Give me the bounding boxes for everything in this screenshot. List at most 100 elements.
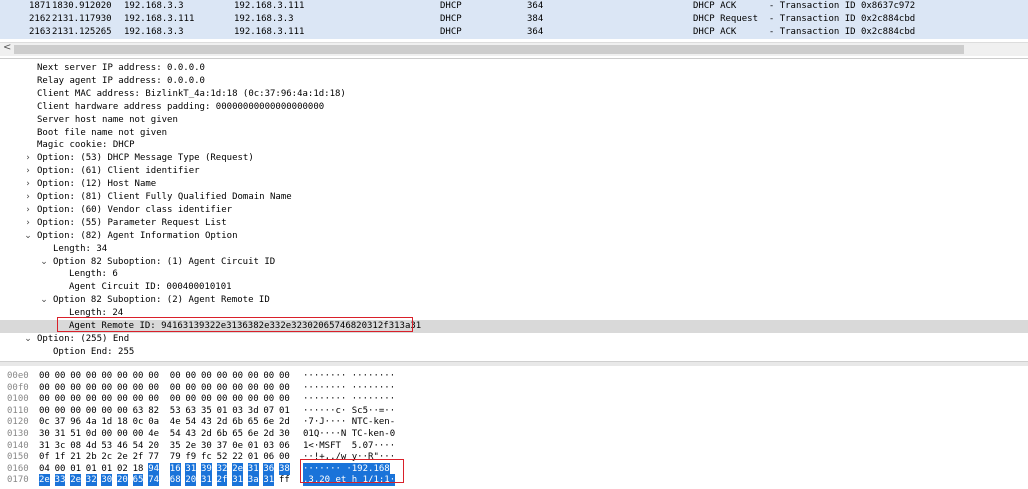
hex-byte[interactable]: 96 <box>70 416 81 428</box>
detail-tree-row[interactable]: › Option: (12) Host Name <box>0 178 1028 191</box>
scroll-left-arrow-icon[interactable]: < <box>3 42 11 53</box>
hex-byte[interactable]: 54 <box>170 428 181 440</box>
hex-byte[interactable]: 00 <box>101 382 112 394</box>
hex-byte[interactable]: 54 <box>133 440 144 452</box>
detail-tree-row[interactable]: Boot file name not given <box>0 127 1028 140</box>
hex-ascii[interactable]: ········ ········ <box>303 370 395 382</box>
hex-byte[interactable]: 00 <box>279 370 290 382</box>
hex-byte[interactable]: 31 <box>39 440 50 452</box>
hex-byte[interactable]: 32 <box>216 462 228 475</box>
hex-byte[interactable]: 01 <box>217 405 228 417</box>
hex-byte[interactable]: 00 <box>117 370 128 382</box>
hex-byte[interactable]: 30 <box>279 428 290 440</box>
hex-byte[interactable]: 20 <box>185 474 197 487</box>
collapse-chevron-icon[interactable]: ⌄ <box>23 333 33 346</box>
hex-byte[interactable]: 6e <box>263 416 274 428</box>
hex-byte[interactable]: 37 <box>55 416 66 428</box>
detail-tree-row[interactable]: Relay agent IP address: 0.0.0.0 <box>0 75 1028 88</box>
hex-byte[interactable]: 00 <box>117 428 128 440</box>
hex-byte[interactable]: 2c <box>101 451 112 463</box>
hex-byte[interactable]: 4e <box>148 428 159 440</box>
hex-byte[interactable]: 94 <box>148 462 160 475</box>
hex-byte[interactable]: 53 <box>101 440 112 452</box>
hex-byte[interactable]: 2d <box>279 416 290 428</box>
hex-byte[interactable]: 63 <box>133 405 144 417</box>
hex-byte[interactable]: 00 <box>201 393 212 405</box>
detail-tree-row[interactable]: Length: 34 <box>0 243 1028 256</box>
hex-byte[interactable]: 3a <box>247 474 259 487</box>
hex-byte[interactable]: 00 <box>263 393 274 405</box>
hex-byte[interactable]: 06 <box>263 451 274 463</box>
hex-byte[interactable]: 00 <box>185 393 196 405</box>
hex-byte[interactable]: 1f <box>55 451 66 463</box>
hex-byte[interactable]: 22 <box>232 451 243 463</box>
hex-byte[interactable]: 00 <box>70 405 81 417</box>
expand-chevron-icon[interactable]: › <box>23 191 33 204</box>
hex-byte[interactable]: 74 <box>148 474 160 487</box>
hex-byte[interactable]: 00 <box>133 428 144 440</box>
hex-byte[interactable]: 00 <box>263 382 274 394</box>
packet-row[interactable]: 1871 1830.912020 192.168.3.3 192.168.3.1… <box>0 0 1028 13</box>
hex-ascii[interactable]: ······c· Sc5··=·· <box>303 405 395 417</box>
hex-byte[interactable]: 00 <box>232 382 243 394</box>
hex-byte[interactable]: 36 <box>263 462 275 475</box>
hex-byte[interactable]: 65 <box>232 428 243 440</box>
hex-byte[interactable]: 00 <box>148 393 159 405</box>
hex-byte[interactable]: 01 <box>101 463 112 475</box>
hex-byte[interactable]: 00 <box>70 370 81 382</box>
hex-byte[interactable]: 21 <box>70 451 81 463</box>
hex-byte[interactable]: 46 <box>117 440 128 452</box>
hex-byte[interactable]: 00 <box>170 393 181 405</box>
expand-chevron-icon[interactable]: › <box>23 217 33 230</box>
hex-byte[interactable]: 63 <box>185 405 196 417</box>
hex-byte[interactable]: 00 <box>133 370 144 382</box>
hex-byte[interactable]: 2d <box>201 428 212 440</box>
hex-byte[interactable]: 3c <box>55 440 66 452</box>
hex-byte[interactable]: 00 <box>39 393 50 405</box>
detail-tree-row[interactable]: › Option: (53) DHCP Message Type (Request… <box>0 152 1028 165</box>
hex-byte[interactable]: 06 <box>279 440 290 452</box>
detail-tree-row[interactable]: Magic cookie: DHCP <box>0 139 1028 152</box>
hex-byte[interactable]: 38 <box>279 462 290 475</box>
expand-chevron-icon[interactable]: › <box>23 204 33 217</box>
hex-byte[interactable]: 00 <box>133 382 144 394</box>
hex-byte[interactable]: 00 <box>279 393 290 405</box>
hex-byte[interactable]: 00 <box>263 370 274 382</box>
hex-byte[interactable]: 07 <box>263 405 274 417</box>
hex-byte[interactable]: 79 <box>170 451 181 463</box>
hex-byte[interactable]: 2e <box>117 451 128 463</box>
hex-byte[interactable]: 20 <box>117 474 128 487</box>
hex-byte[interactable]: 00 <box>248 370 259 382</box>
hex-byte[interactable]: 6b <box>217 428 228 440</box>
hex-byte[interactable]: 20 <box>148 440 159 452</box>
hex-byte[interactable]: 00 <box>101 428 112 440</box>
hex-byte[interactable]: 31 <box>201 474 212 487</box>
hex-byte[interactable]: 08 <box>70 440 81 452</box>
hex-byte[interactable]: 4e <box>170 416 181 428</box>
hex-byte[interactable]: 01 <box>279 405 290 417</box>
hex-byte[interactable]: 00 <box>232 370 243 382</box>
hex-ascii[interactable]: ········ ········ <box>303 382 395 394</box>
hex-byte[interactable]: 2f <box>133 451 144 463</box>
hex-byte[interactable]: 00 <box>39 370 50 382</box>
hex-byte[interactable]: 00 <box>170 370 181 382</box>
hex-byte[interactable]: f9 <box>185 451 196 463</box>
hex-byte[interactable]: 3d <box>248 405 259 417</box>
hex-byte[interactable]: 31 <box>232 474 244 487</box>
hex-byte[interactable]: 00 <box>279 451 290 463</box>
hex-byte[interactable]: 00 <box>70 393 81 405</box>
packet-row[interactable]: 2163 2131.125265 192.168.3.3 192.168.3.1… <box>0 26 1028 39</box>
hex-byte[interactable]: 00 <box>201 370 212 382</box>
hex-byte[interactable]: 4d <box>86 440 97 452</box>
hex-byte[interactable]: 0c <box>133 416 144 428</box>
hex-byte[interactable]: 00 <box>201 382 212 394</box>
hex-ascii[interactable]: ········ ········ <box>303 393 395 405</box>
hex-byte[interactable]: 82 <box>148 405 159 417</box>
hex-byte[interactable]: 00 <box>55 405 66 417</box>
hex-byte[interactable]: 00 <box>101 405 112 417</box>
hex-byte[interactable]: 2e <box>39 474 50 487</box>
hex-byte[interactable]: 00 <box>70 382 81 394</box>
hex-byte[interactable]: 00 <box>101 393 112 405</box>
hex-byte[interactable]: 03 <box>232 405 243 417</box>
hex-byte[interactable]: 02 <box>117 463 128 475</box>
